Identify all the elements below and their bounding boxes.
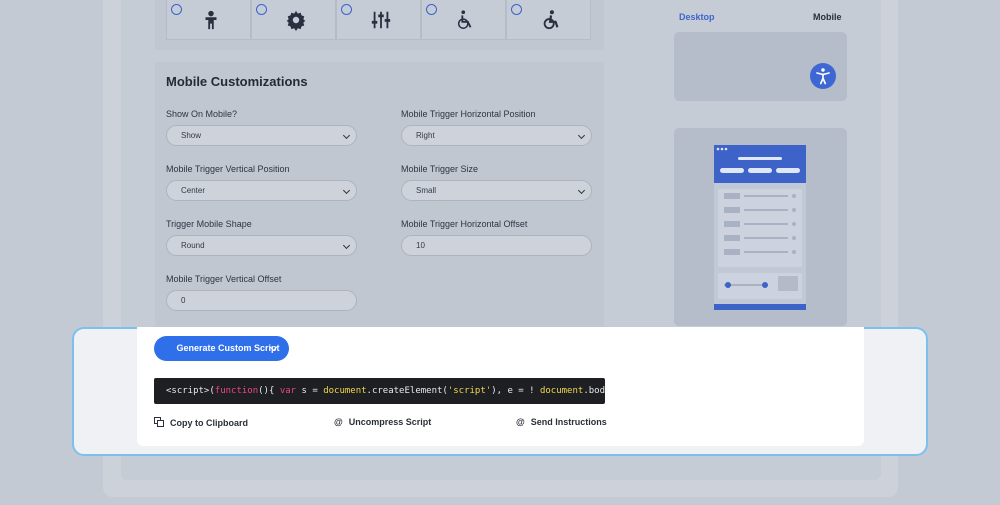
horizontal-offset-label: Mobile Trigger Horizontal Offset (401, 219, 528, 229)
vertical-offset-input[interactable]: 0 (166, 290, 357, 311)
action-label: Uncompress Script (348, 417, 432, 427)
generate-custom-script-button[interactable]: Generate Custom Script (154, 336, 289, 361)
show-on-mobile-label: Show On Mobile? (166, 109, 238, 119)
code-token: (){ (258, 386, 280, 396)
at-icon: @ (516, 417, 525, 427)
vertical-offset-label: Mobile Trigger Vertical Offset (166, 274, 282, 284)
radio-button[interactable] (171, 4, 182, 15)
trigger-size-label: Mobile Trigger Size (401, 164, 479, 174)
uncompress-script-button[interactable]: @ Uncompress Script (334, 417, 431, 427)
tab-mobile[interactable]: Mobile (813, 12, 842, 22)
wheelchair-icon (457, 10, 472, 29)
copy-icon (154, 417, 164, 427)
chevron-down-icon (577, 186, 586, 195)
accessibility-trigger-button[interactable] (810, 63, 836, 89)
code-token: document (539, 386, 584, 396)
code-token: var (279, 386, 297, 396)
code-token: s = (296, 386, 324, 396)
button-label: Generate Custom Script (176, 343, 280, 353)
person-icon (205, 10, 217, 30)
chevron-down-icon (342, 131, 351, 140)
chevron-down-icon (342, 186, 351, 195)
icon-option-sliders[interactable] (336, 0, 421, 40)
gear-icon (286, 10, 306, 31)
select-value: Round (181, 241, 205, 250)
vertical-position-select[interactable]: Center (166, 180, 357, 201)
horizontal-position-select[interactable]: Right (401, 125, 592, 146)
icon-option-wheelchair-active[interactable] (506, 0, 591, 40)
embed-script-code[interactable]: <script>(function(){ var s = document.cr… (154, 378, 605, 404)
select-value: Right (416, 131, 435, 140)
code-token: function (214, 386, 259, 396)
code-token: .createElement( (366, 386, 448, 396)
select-value: Small (416, 186, 437, 195)
horizontal-offset-input[interactable]: 10 (401, 235, 592, 256)
icon-option-wheelchair[interactable] (421, 0, 506, 40)
radio-button[interactable] (341, 4, 352, 15)
radio-button[interactable] (256, 4, 267, 15)
select-value: Center (181, 186, 206, 195)
phone-mockup-illustration (714, 145, 806, 310)
action-label: Send Instructions (530, 417, 607, 427)
chevron-down-icon (577, 131, 586, 140)
code-token: .body (583, 386, 605, 396)
trigger-shape-label: Trigger Mobile Shape (166, 219, 252, 229)
radio-button[interactable] (511, 4, 522, 15)
tab-desktop[interactable]: Desktop (679, 12, 715, 22)
icon-option-person[interactable] (166, 0, 251, 40)
code-token: ), e = ! (491, 386, 540, 396)
action-label: Copy to Clipboard (170, 418, 248, 428)
horizontal-position-label: Mobile Trigger Horizontal Position (401, 109, 536, 119)
icon-option-gear[interactable] (251, 0, 336, 40)
radio-button[interactable] (426, 4, 437, 15)
select-value: Show (181, 131, 202, 140)
code-token: document (323, 386, 367, 396)
accessibility-icon (816, 68, 830, 85)
at-icon: @ (334, 417, 343, 427)
show-on-mobile-select[interactable]: Show (166, 125, 357, 146)
chevron-down-icon (342, 241, 351, 250)
sliders-icon (371, 11, 391, 29)
vertical-position-label: Mobile Trigger Vertical Position (166, 164, 290, 174)
wheelchair-active-icon (543, 10, 559, 30)
code-token: <script>( (166, 386, 215, 396)
trigger-shape-select[interactable]: Round (166, 235, 357, 256)
copy-to-clipboard-button[interactable]: Copy to Clipboard (154, 417, 248, 428)
panel-title: Mobile Customizations (166, 74, 308, 89)
code-token: 'script' (447, 386, 492, 396)
send-instructions-button[interactable]: @ Send Instructions (516, 417, 607, 427)
trigger-size-select[interactable]: Small (401, 180, 592, 201)
